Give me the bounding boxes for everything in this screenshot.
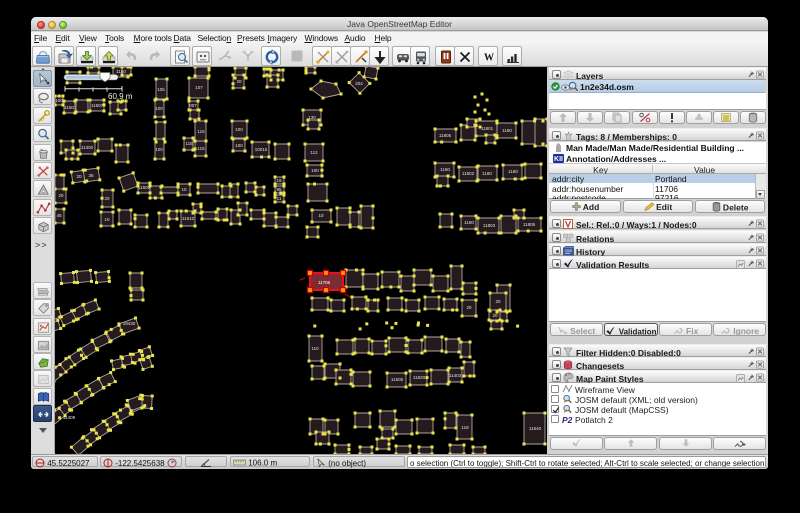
svg-text:11300: 11300 — [81, 145, 94, 150]
svg-text:11803: 11803 — [483, 223, 496, 228]
svg-text:20: 20 — [466, 305, 472, 310]
svg-text:105: 105 — [157, 87, 165, 92]
svg-text:W: W — [484, 52, 494, 63]
svg-text:20: 20 — [58, 193, 64, 198]
svg-text:KII: KII — [554, 156, 563, 163]
svg-text:20: 20 — [495, 299, 501, 304]
svg-text:100: 100 — [55, 98, 63, 103]
svg-text:19: 19 — [276, 178, 282, 183]
svg-text:1180: 1180 — [440, 167, 450, 172]
svg-text:115: 115 — [185, 141, 193, 146]
svg-text:11805: 11805 — [439, 133, 452, 138]
svg-text:11505: 11505 — [391, 377, 404, 382]
svg-text:110: 110 — [311, 346, 319, 351]
svg-text:11805: 11805 — [523, 222, 536, 227]
svg-text:100: 100 — [155, 106, 163, 111]
svg-text:11706: 11706 — [318, 280, 331, 285]
svg-text:11403: 11403 — [449, 373, 462, 378]
svg-text:36: 36 — [88, 173, 94, 178]
svg-text:10: 10 — [318, 213, 324, 218]
svg-text:1180: 1180 — [508, 169, 518, 174]
svg-text:1150: 1150 — [116, 69, 126, 74]
svg-text:1180: 1180 — [464, 220, 474, 225]
svg-text:10: 10 — [181, 187, 187, 192]
svg-text:107: 107 — [195, 85, 203, 90]
svg-text:11801: 11801 — [481, 126, 494, 131]
svg-text:118: 118 — [461, 425, 469, 430]
svg-text:10015: 10015 — [255, 147, 268, 152]
svg-text:20: 20 — [104, 196, 110, 201]
svg-text:20: 20 — [492, 313, 498, 318]
svg-text:60.9 m: 60.9 m — [108, 92, 133, 101]
svg-text:10: 10 — [104, 217, 110, 222]
svg-text:100: 100 — [235, 143, 243, 148]
svg-text:11510: 11510 — [182, 216, 195, 221]
svg-text:11500: 11500 — [138, 185, 151, 190]
svg-text:007: 007 — [189, 103, 197, 108]
svg-text:11820: 11820 — [413, 375, 426, 380]
svg-text:115: 115 — [197, 129, 205, 134]
svg-text:1180: 1180 — [502, 128, 512, 133]
svg-text:19430: 19430 — [123, 321, 136, 326]
svg-text:130: 130 — [308, 115, 316, 120]
svg-text:204: 204 — [355, 81, 363, 86]
svg-text:100: 100 — [235, 127, 243, 132]
svg-text:100: 100 — [155, 147, 163, 152]
svg-text:1150: 1150 — [64, 105, 74, 110]
svg-text:20: 20 — [76, 174, 82, 179]
svg-text:11409: 11409 — [63, 415, 76, 420]
svg-text:11540: 11540 — [529, 426, 542, 431]
svg-text:11: 11 — [277, 196, 282, 201]
svg-text:95: 95 — [276, 187, 282, 192]
svg-text:11507: 11507 — [91, 103, 104, 108]
svg-text:100: 100 — [311, 168, 319, 173]
svg-text:20: 20 — [236, 79, 242, 84]
svg-text:115: 115 — [197, 146, 205, 151]
svg-text:45: 45 — [56, 213, 62, 218]
svg-text:112: 112 — [310, 150, 318, 155]
svg-text:11802: 11802 — [462, 171, 475, 176]
svg-text:1180: 1180 — [482, 171, 492, 176]
